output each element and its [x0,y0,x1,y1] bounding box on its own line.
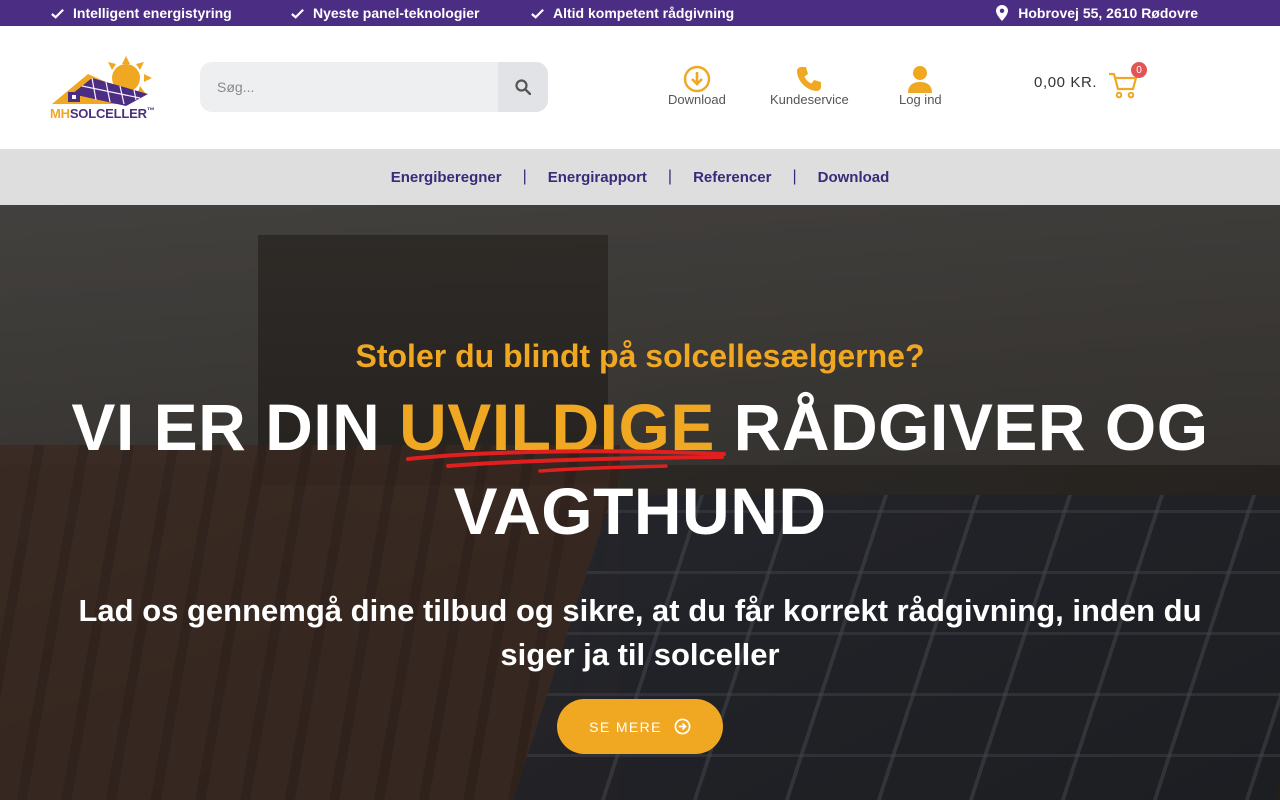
search-icon [515,79,531,95]
cta-label: SE MERE [589,718,662,735]
address-label: Hobrovej 55, 2610 Rødovre [1018,5,1198,21]
logo-tm: ™ [146,106,155,115]
cart-count-badge: 0 [1131,62,1147,78]
logo-name: SOLCELLER [69,106,147,121]
map-pin-icon [996,5,1009,21]
customer-service-link[interactable]: Kundeservice [770,64,849,107]
usp-label: Nyeste panel-teknologier [313,5,480,21]
usp-label: Intelligent energistyring [73,5,232,21]
logo-prefix: MH [50,106,70,121]
login-label: Log ind [899,92,942,107]
search-bar [200,62,548,112]
logo-wordmark: MHSOLCELLER™ [50,106,155,121]
cart-amount: 0,00 KR. [1034,74,1098,91]
nav-item-energiberegner[interactable]: Energiberegner [370,169,523,186]
headline-part-2: RÅDGIVER OG [714,390,1209,464]
hero-kicker: Stoler du blindt på solcellesælgerne? [355,338,925,374]
headline-line-2: VAGTHUND [453,474,827,548]
check-icon [531,8,544,19]
usp-item: Altid kompetent rådgivning [530,0,734,26]
download-icon [683,65,711,93]
nav-item-download[interactable]: Download [797,169,911,186]
cart[interactable]: 0,00 KR. 0 [1034,62,1147,99]
download-link[interactable]: Download [668,64,726,107]
header: MHSOLCELLER™ Download Kundeservice Log i… [0,26,1280,149]
user-icon [908,66,933,93]
usp-item: Nyeste panel-teknologier [290,0,480,26]
headline-part-1: VI ER DIN [71,390,400,464]
arrow-circle-right-icon [674,718,691,735]
search-input[interactable] [200,62,498,112]
nav-item-referencer[interactable]: Referencer [672,169,792,186]
check-icon [291,8,304,19]
usp-label: Altid kompetent rådgivning [553,5,735,21]
usp-item: Intelligent energistyring [50,0,232,26]
main-nav: Energiberegner | Energirapport | Referen… [0,149,1280,205]
hero-subtitle: Lad os gennemgå dine tilbud og sikre, at… [78,593,1202,672]
check-icon [51,8,64,19]
nav-item-energirapport[interactable]: Energirapport [527,169,668,186]
download-label: Download [668,92,726,107]
search-button[interactable] [498,62,548,112]
phone-icon [797,67,822,91]
hero-section: Stoler du blindt på solcellesælgerne? VI… [0,205,1280,800]
address[interactable]: Hobrovej 55, 2610 Rødovre [996,0,1198,26]
customer-service-label: Kundeservice [770,92,849,107]
top-bar: Intelligent energistyring Nyeste panel-t… [0,0,1280,26]
se-mere-button[interactable]: SE MERE [557,699,723,754]
highlight-underline-scribble [406,449,726,473]
login-link[interactable]: Log ind [899,64,942,107]
